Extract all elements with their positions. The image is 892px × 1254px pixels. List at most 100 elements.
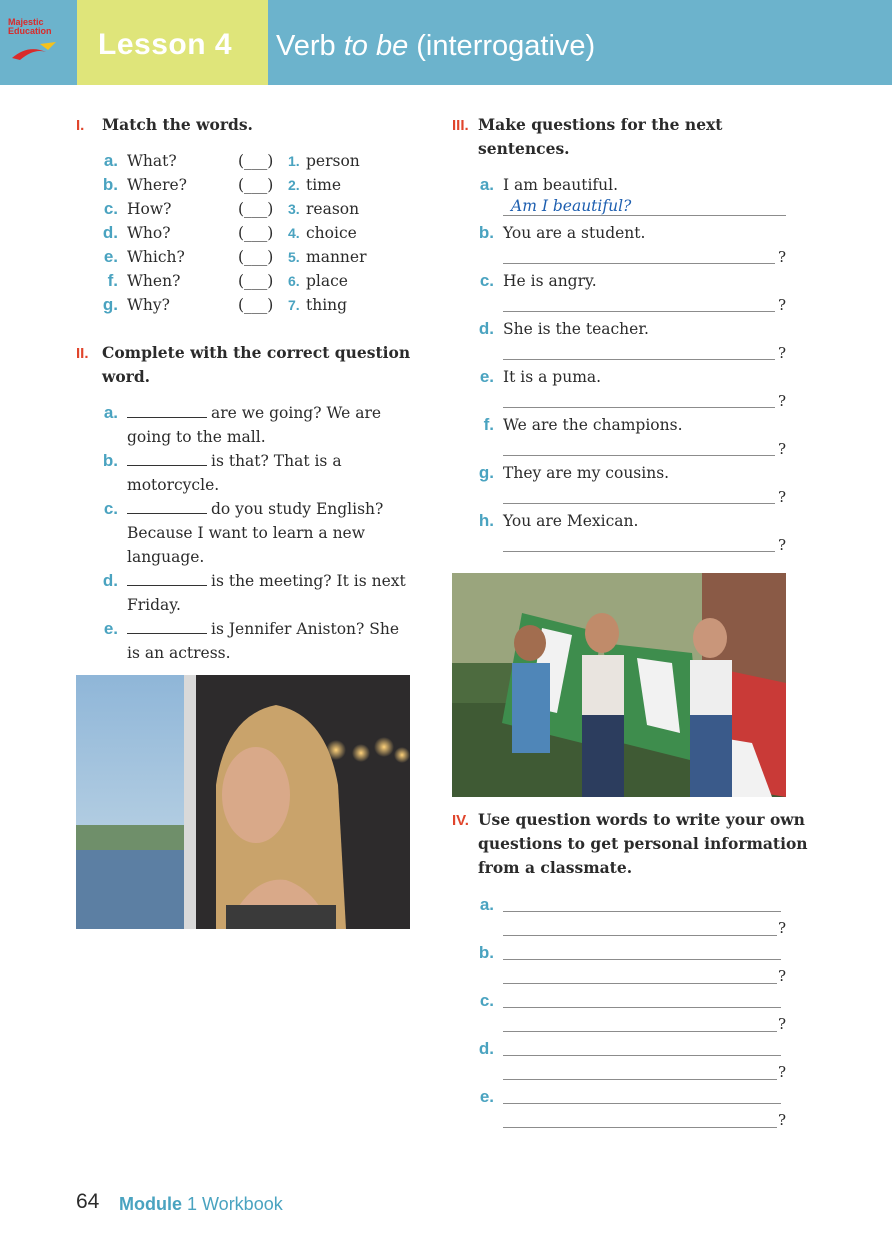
meaning-number: 5. <box>288 249 300 265</box>
meaning-number: 3. <box>288 201 300 217</box>
item-letter: e. <box>479 367 494 386</box>
answer-line[interactable] <box>503 503 775 504</box>
meaning-number: 4. <box>288 225 300 241</box>
fill-blank[interactable] <box>127 500 207 514</box>
answer-blank[interactable]: (___) <box>238 296 273 314</box>
item-letter: d. <box>102 223 118 242</box>
footer-module-rest: 1 Workbook <box>182 1194 283 1214</box>
answer-line[interactable] <box>503 1127 777 1128</box>
item-letter: b. <box>102 175 118 194</box>
answer-line[interactable] <box>503 1031 777 1032</box>
fill-sentence: is the meeting? It is next <box>127 569 406 593</box>
lesson-label: Lesson 4 <box>98 28 233 61</box>
footer-module: Module 1 Workbook <box>119 1194 283 1215</box>
answer-line[interactable] <box>503 311 775 312</box>
fill-text: language. <box>127 548 205 566</box>
answer-blank[interactable]: (___) <box>238 248 273 266</box>
source-sentence: He is angry. <box>503 272 597 290</box>
section-2-title-line-1: Complete with the correct question <box>102 343 411 362</box>
fill-blank[interactable] <box>127 620 207 634</box>
friends-flag-photo <box>452 573 786 797</box>
logo-swoosh-icon <box>12 42 56 60</box>
question-mark: ? <box>778 344 787 362</box>
question-mark: ? <box>778 919 787 937</box>
item-letter: e. <box>479 1087 494 1106</box>
question-mark: ? <box>778 440 787 458</box>
answer-blank[interactable]: (___) <box>238 152 273 170</box>
fill-text: is that? That is a <box>211 452 342 470</box>
answer-blank[interactable]: (___) <box>238 224 273 242</box>
source-sentence: She is the teacher. <box>503 320 649 338</box>
item-letter: e. <box>103 619 118 638</box>
answer-line[interactable] <box>503 263 775 264</box>
meaning-number: 7. <box>288 297 300 313</box>
title-part-1: Verb <box>276 30 344 62</box>
fill-blank[interactable] <box>127 572 207 586</box>
question-mark: ? <box>778 248 787 266</box>
question-word: What? <box>127 152 177 170</box>
fill-text: is Jennifer Aniston? She <box>211 620 400 638</box>
fill-blank[interactable] <box>127 404 207 418</box>
item-letter: b. <box>478 943 494 962</box>
publisher-logo: Majestic Education <box>0 0 77 85</box>
item-letter: c. <box>479 271 494 290</box>
answer-line[interactable] <box>503 935 777 936</box>
fill-text: Because I want to learn a new <box>127 524 365 542</box>
item-letter: g. <box>102 295 118 314</box>
answer-blank[interactable]: (___) <box>238 200 273 218</box>
section-4-number: IV. <box>452 812 469 829</box>
question-word: How? <box>127 200 172 218</box>
item-letter: a. <box>103 151 118 170</box>
meaning-word: reason <box>306 200 360 218</box>
answer-line[interactable] <box>503 551 775 552</box>
question-mark: ? <box>778 392 787 410</box>
title-italic: to be <box>343 30 409 62</box>
question-word: Where? <box>127 176 187 194</box>
question-word: When? <box>127 272 181 290</box>
question-mark: ? <box>778 296 787 314</box>
item-letter: b. <box>478 223 494 242</box>
answer-line[interactable] <box>503 1079 777 1080</box>
title-part-2: (interrogative) <box>408 30 596 62</box>
section-3-title-line-1: Make questions for the next <box>478 115 723 134</box>
section-3-title-line-2: sentences. <box>478 139 570 158</box>
fill-sentence: are we going? We are <box>127 401 381 425</box>
answer-line[interactable] <box>503 215 786 216</box>
lesson-title: Verb to be (interrogative) <box>276 30 595 63</box>
item-letter: d. <box>102 571 118 590</box>
answer-blank[interactable]: (___) <box>238 176 273 194</box>
section-4-title-line-2: questions to get personal information <box>478 834 808 853</box>
answer-blank[interactable]: (___) <box>238 272 273 290</box>
item-letter: h. <box>478 511 494 530</box>
meaning-word: manner <box>306 248 367 266</box>
answer-line[interactable] <box>503 359 775 360</box>
fill-sentence: do you study English? <box>127 497 383 521</box>
item-letter: d. <box>478 1039 494 1058</box>
meaning-word: time <box>306 176 342 194</box>
actress-photo <box>76 675 410 929</box>
answer-line[interactable] <box>503 1103 781 1104</box>
fill-text: is an actress. <box>127 644 231 662</box>
fill-blank[interactable] <box>127 452 207 466</box>
answer-line[interactable] <box>503 407 775 408</box>
item-letter: a. <box>103 403 118 422</box>
item-letter: a. <box>479 895 494 914</box>
answer-line[interactable] <box>503 1055 781 1056</box>
item-letter: b. <box>102 451 118 470</box>
answer-line[interactable] <box>503 1007 781 1008</box>
answer-line[interactable] <box>503 959 781 960</box>
item-letter: c. <box>479 991 494 1010</box>
section-4-title-line-1: Use question words to write your own <box>478 810 805 829</box>
source-sentence: They are my cousins. <box>503 464 670 482</box>
section-1-title: Match the words. <box>102 115 253 134</box>
answer-line[interactable] <box>503 983 777 984</box>
fill-text: is the meeting? It is next <box>211 572 406 590</box>
answer-line[interactable] <box>503 455 775 456</box>
meaning-number: 2. <box>288 177 300 193</box>
page-number: 64 <box>76 1190 100 1213</box>
question-mark: ? <box>778 967 787 985</box>
answer-line[interactable] <box>503 911 781 912</box>
meaning-word: person <box>306 152 360 170</box>
question-mark: ? <box>778 1015 787 1033</box>
section-2-number: II. <box>76 345 89 362</box>
